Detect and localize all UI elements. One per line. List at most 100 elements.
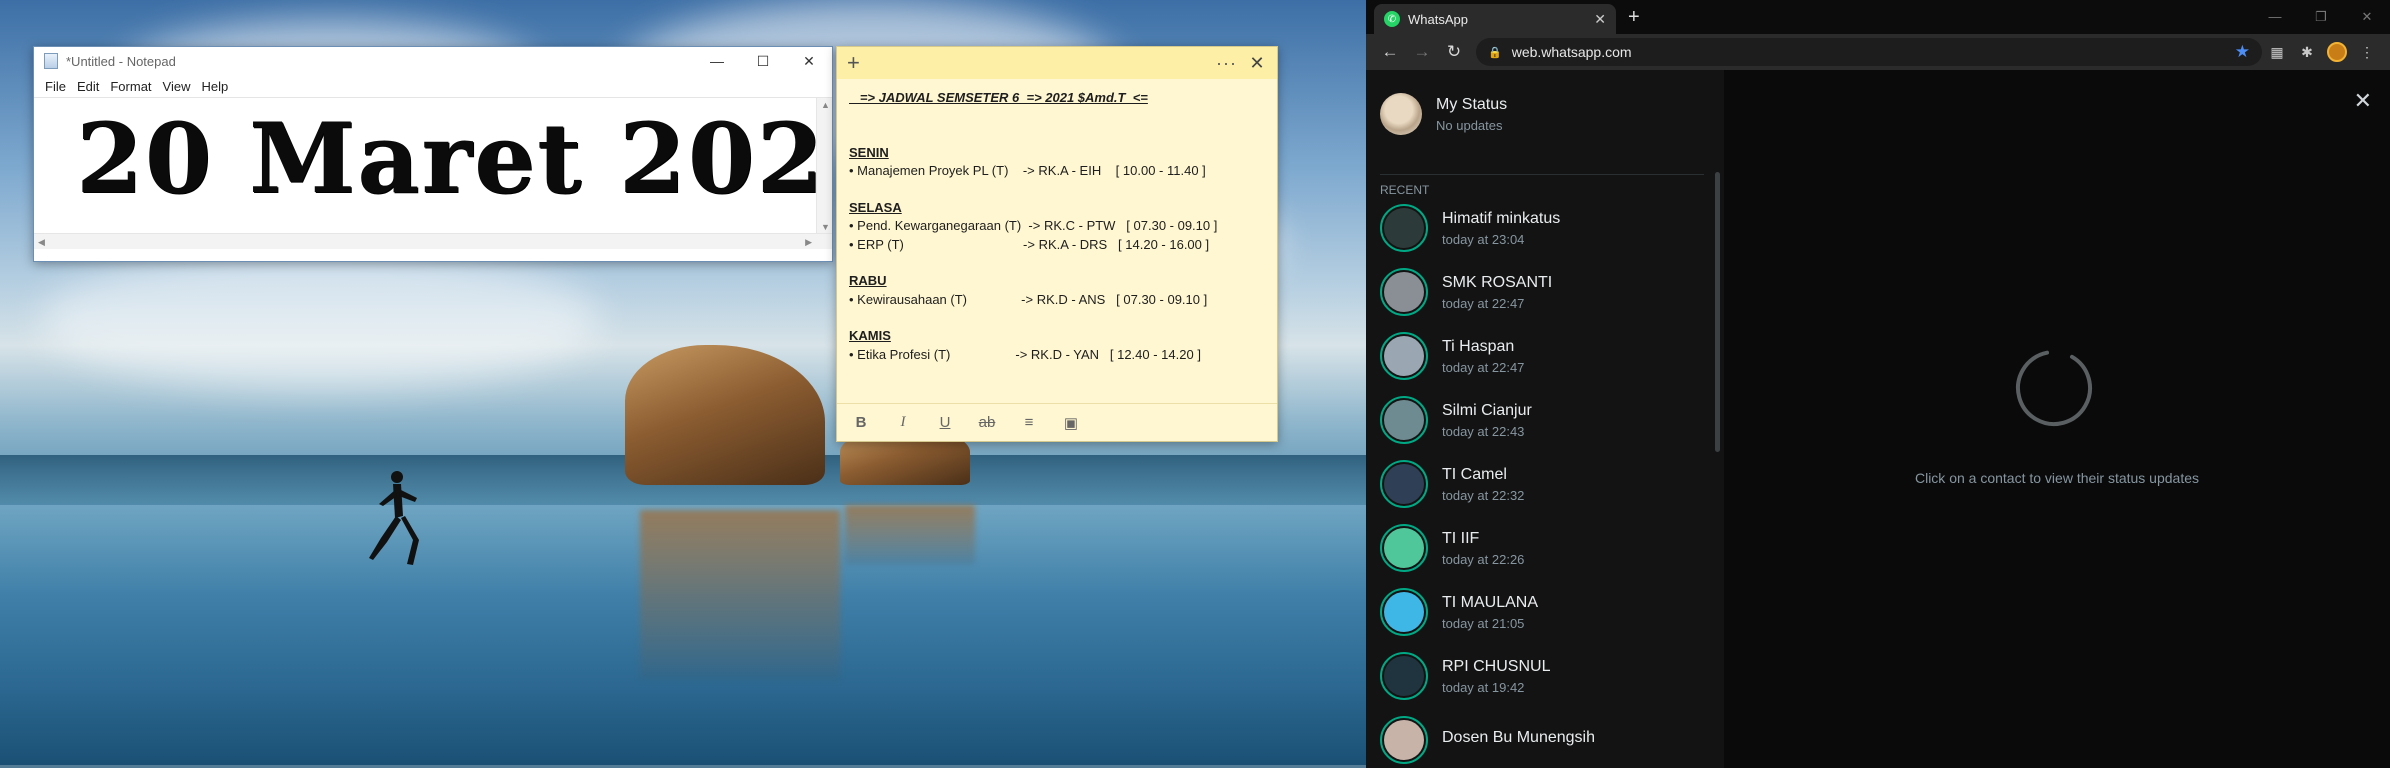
profile-avatar[interactable] (2322, 42, 2352, 62)
day-label: SENIN (849, 144, 889, 160)
rock-formation (625, 345, 825, 485)
close-icon[interactable]: ✕ (2344, 9, 2390, 25)
reload-icon[interactable]: ↻ (1438, 42, 1470, 62)
new-tab-icon[interactable]: + (1628, 6, 1640, 29)
strikethrough-icon[interactable]: ab (977, 414, 997, 431)
whatsapp-status-view: My Status No updates RECENT Himatif mink… (1366, 70, 2390, 768)
bullet-list-icon[interactable]: ≡ (1019, 414, 1039, 431)
scrollbar[interactable] (1715, 172, 1720, 452)
translate-icon[interactable]: ▦ (2262, 44, 2292, 61)
underline-icon[interactable]: U (935, 414, 955, 431)
tab-whatsapp[interactable]: ✆ WhatsApp ✕ (1374, 4, 1616, 34)
schedule-row: • Etika Profesi (T) -> RK.D - YAN [ 12.4… (849, 346, 1201, 362)
add-note-icon[interactable]: + (847, 52, 860, 74)
status-time: today at 22:47 (1442, 359, 1525, 375)
status-time: today at 21:05 (1442, 615, 1525, 631)
status-contact-row[interactable]: TI Camel today at 22:32 (1366, 452, 1724, 516)
restore-icon[interactable]: ❐ (2298, 9, 2344, 25)
notepad-titlebar[interactable]: *Untitled - Notepad — ☐ ✕ (34, 47, 832, 75)
status-ring (1380, 588, 1428, 636)
scroll-down-icon[interactable]: ▼ (821, 222, 830, 232)
contact-name: RPI CHUSNUL (1442, 657, 1551, 675)
bookmark-star-icon[interactable]: ★ (2235, 42, 2250, 62)
status-ring (1380, 460, 1428, 508)
minimize-icon[interactable]: — (2252, 9, 2298, 25)
menu-file[interactable]: File (42, 79, 74, 94)
day-label: SELASA (849, 199, 902, 215)
sticky-note-header[interactable]: + ··· ✕ (837, 47, 1277, 79)
close-icon[interactable]: ✕ (1237, 53, 1277, 74)
sticky-note-window: + ··· ✕ => JADWAL SEMSETER 6 => 2021 $Am… (836, 46, 1278, 442)
scroll-right-icon[interactable]: ▶ (805, 237, 812, 248)
status-contact-row[interactable]: TI MAULANA today at 21:05 (1366, 580, 1724, 644)
status-ring (1380, 204, 1428, 252)
status-time: today at 23:04 (1442, 231, 1525, 247)
close-tab-icon[interactable]: ✕ (1594, 11, 1606, 28)
status-ring (1380, 332, 1428, 380)
status-list-panel: My Status No updates RECENT Himatif mink… (1366, 70, 1724, 768)
chrome-window: ✆ WhatsApp ✕ + — ❐ ✕ ← → ↻ 🔒 web.whatsap… (1366, 0, 2390, 768)
notepad-title: *Untitled - Notepad (66, 53, 176, 69)
contact-name: Silmi Cianjur (1442, 401, 1532, 419)
my-status-row[interactable]: My Status No updates (1366, 70, 1724, 158)
close-icon[interactable]: ✕ (2354, 88, 2372, 114)
menu-edit[interactable]: Edit (74, 79, 107, 94)
close-icon[interactable]: ✕ (786, 47, 832, 75)
contact-name: Dosen Bu Munengsih (1442, 729, 1595, 746)
notepad-app-icon (44, 53, 58, 69)
notepad-text-area[interactable]: 20 Maret 2021 ▲ ▼ ◀ ▶ (34, 97, 892, 249)
status-ring (1380, 524, 1428, 572)
rock-reflection (640, 510, 840, 680)
bold-icon[interactable]: B (851, 414, 871, 431)
tab-strip: ✆ WhatsApp ✕ + — ❐ ✕ (1366, 0, 2390, 34)
avatar (1384, 592, 1424, 632)
status-ring (1380, 268, 1428, 316)
menu-icon[interactable]: ⋮ (2352, 44, 2382, 61)
address-bar[interactable]: 🔒 web.whatsapp.com ★ (1476, 38, 2262, 66)
contact-name: Himatif minkatus (1442, 209, 1561, 227)
vertical-scrollbar[interactable]: ▲ ▼ (816, 98, 832, 234)
notepad-content[interactable]: 20 Maret 2021 (76, 102, 894, 215)
italic-icon[interactable]: I (893, 414, 913, 431)
status-time: today at 22:26 (1442, 551, 1525, 567)
status-contact-row[interactable]: Himatif minkatus today at 23:04 (1366, 196, 1724, 260)
lock-icon[interactable]: 🔒 (1488, 46, 1502, 59)
schedule-row: • ERP (T) -> RK.A - DRS [ 14.20 - 16.00 … (849, 236, 1210, 252)
image-icon[interactable]: ▣ (1061, 414, 1081, 432)
schedule-row: • Kewirausahaan (T) -> RK.D - ANS [ 07.3… (849, 291, 1208, 307)
contact-name: TI Camel (1442, 465, 1507, 483)
browser-toolbar: ← → ↻ 🔒 web.whatsapp.com ★ ▦ ✱ ⋮ (1366, 34, 2390, 70)
schedule-row: • Manajemen Proyek PL (T) -> RK.A - EIH … (849, 163, 1206, 178)
menu-help[interactable]: Help (198, 79, 236, 94)
status-contact-row[interactable]: Silmi Cianjur today at 22:43 (1366, 388, 1724, 452)
avatar (1384, 528, 1424, 568)
maximize-icon[interactable]: ☐ (740, 47, 786, 75)
horizontal-scrollbar[interactable]: ◀ ▶ (34, 233, 832, 249)
minimize-icon[interactable]: — (694, 47, 740, 75)
url-text[interactable]: web.whatsapp.com (1512, 44, 1632, 60)
menu-view[interactable]: View (160, 79, 199, 94)
status-contact-row[interactable]: SMK ROSANTI today at 22:47 (1366, 260, 1724, 324)
status-time: today at 22:47 (1442, 295, 1525, 311)
status-contact-row[interactable]: Ti Haspan today at 22:47 (1366, 324, 1724, 388)
notepad-window: *Untitled - Notepad — ☐ ✕ File Edit Form… (33, 46, 892, 262)
empty-state-message: Click on a contact to view their status … (1914, 470, 2200, 486)
avatar (1384, 208, 1424, 248)
back-icon[interactable]: ← (1374, 42, 1406, 62)
avatar (1384, 656, 1424, 696)
contact-name: SMK ROSANTI (1442, 273, 1553, 291)
scroll-left-icon[interactable]: ◀ (38, 237, 45, 248)
more-options-icon[interactable]: ··· (1216, 53, 1237, 74)
status-contact-row[interactable]: TI IIF today at 22:26 (1366, 516, 1724, 580)
forward-icon[interactable]: → (1406, 42, 1438, 62)
sticky-note-content[interactable]: => JADWAL SEMSETER 6 => 2021 $Amd.T <= S… (837, 79, 1277, 374)
status-contact-row[interactable]: Dosen Bu Munengsih (1366, 708, 1724, 768)
status-ring (1380, 396, 1428, 444)
status-contact-row[interactable]: RPI CHUSNUL today at 19:42 (1366, 644, 1724, 708)
scroll-up-icon[interactable]: ▲ (821, 100, 830, 110)
day-label: KAMIS (849, 328, 891, 343)
status-ring (1380, 652, 1428, 700)
menu-format[interactable]: Format (107, 79, 159, 94)
extensions-icon[interactable]: ✱ (2292, 44, 2322, 61)
avatar (1384, 336, 1424, 376)
